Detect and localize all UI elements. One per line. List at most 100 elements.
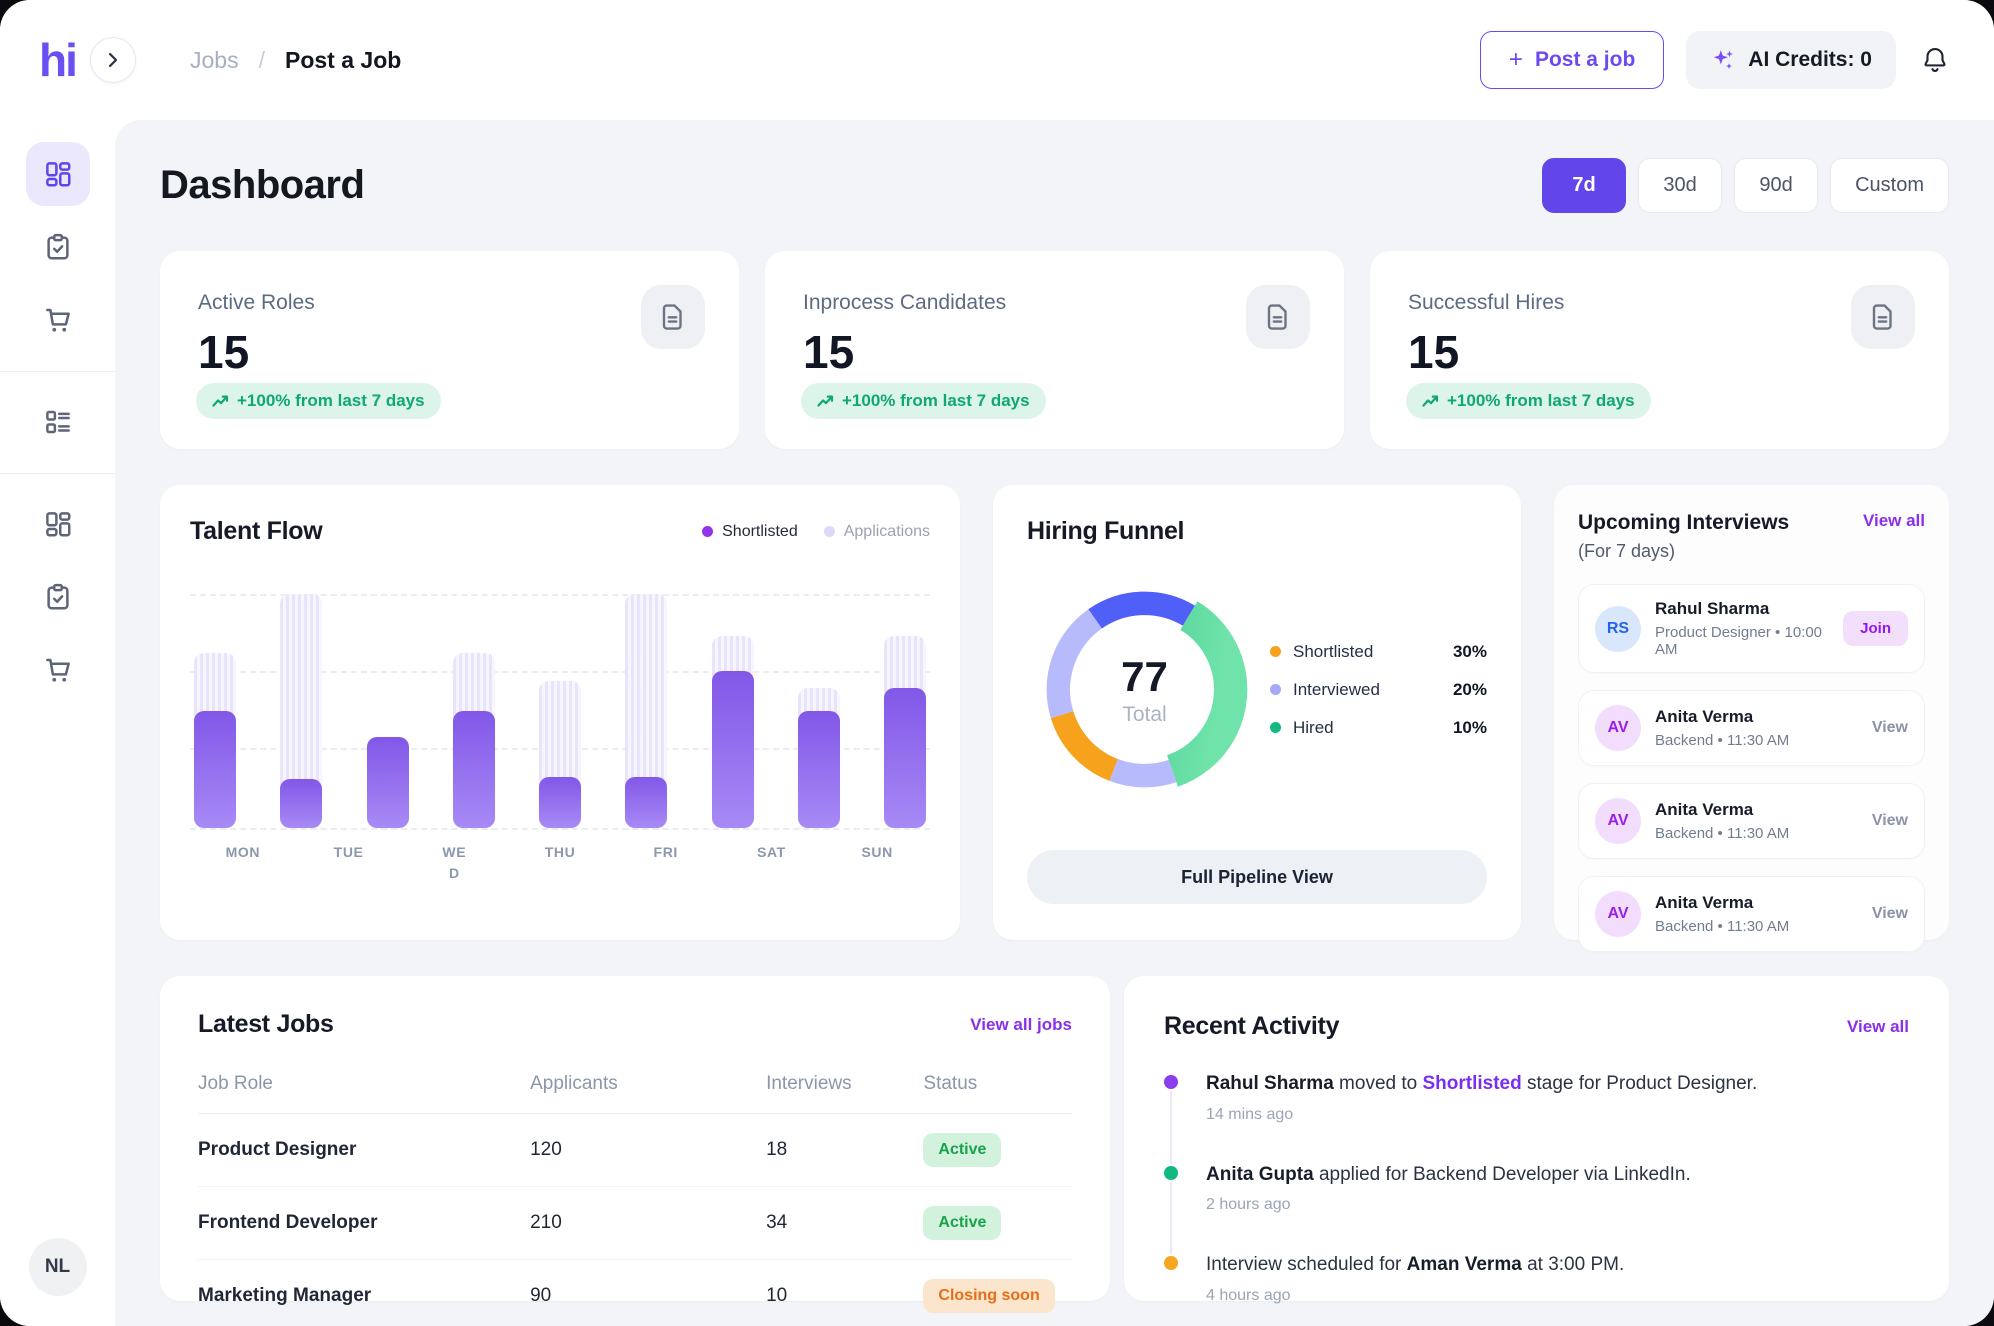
ai-credits-label: AI Credits: 0 [1748,48,1872,72]
bar-group [539,594,581,828]
stat-label: Active Roles [198,291,701,315]
talent-flow-chart [190,594,930,828]
view-button[interactable]: View [1872,719,1908,737]
view-button[interactable]: View [1872,812,1908,830]
interviewee-name: Anita Verma [1655,893,1858,913]
upcoming-view-all-link[interactable]: View all [1863,511,1925,531]
avatar: AV [1595,705,1641,751]
activity-text: Rahul Sharma moved to Shortlisted stage … [1206,1071,1909,1097]
legend-row-shortlisted: Shortlisted 30% [1270,642,1487,662]
stat-card-inprocess-candidates: Inprocess Candidates 15 +100% from last … [765,251,1344,449]
date-range-filters: 7d 30d 90d Custom [1542,158,1949,213]
view-button[interactable]: View [1872,905,1908,923]
funnel-legend: Shortlisted 30% Interviewed 20% Hired 10… [1270,642,1487,738]
bar-group [367,594,409,828]
sidebar-item-tasks[interactable] [26,215,90,279]
post-job-button[interactable]: + Post a job [1480,31,1664,89]
legend-row-hired: Hired 10% [1270,718,1487,738]
sidebar-item-cart-2[interactable] [26,638,90,702]
bar-group [798,594,840,828]
bar-shortlisted [453,711,495,828]
sidebar-item-cart[interactable] [26,288,90,352]
col-header-interviews: Interviews [766,1063,923,1114]
breadcrumb-current: Post a Job [285,47,401,74]
x-axis-label: SUN [861,842,892,884]
bar-group [884,594,926,828]
activity-time: 2 hours ago [1206,1196,1909,1214]
bell-icon [1920,45,1950,75]
col-header-status: Status [923,1063,1072,1114]
join-button[interactable]: Join [1843,611,1908,646]
plus-icon: + [1509,48,1523,72]
bar-group [712,594,754,828]
job-interviews: 34 [766,1187,923,1260]
interview-item[interactable]: AV Anita Verma Backend • 11:30 AM View [1578,690,1925,766]
notifications-button[interactable] [1918,43,1952,77]
job-interviews: 10 [766,1260,923,1326]
document-icon [1851,285,1915,349]
stat-value: 15 [803,325,1306,379]
breadcrumb-section[interactable]: Jobs [190,47,239,74]
stat-label: Inprocess Candidates [803,291,1306,315]
activity-time: 14 mins ago [1206,1106,1909,1124]
recent-activity-title: Recent Activity [1164,1012,1339,1041]
interview-item[interactable]: RS Rahul Sharma Product Designer • 10:00… [1578,584,1925,673]
table-row[interactable]: Product Designer 120 18 Active [198,1114,1072,1187]
document-icon [641,285,705,349]
talent-flow-x-labels: MONTUEWEDTHUFRISATSUN [190,842,930,884]
user-avatar[interactable]: NL [29,1238,87,1296]
upcoming-list: RS Rahul Sharma Product Designer • 10:00… [1578,584,1925,952]
view-all-jobs-link[interactable]: View all jobs [970,1015,1072,1035]
sidebar-collapse-button[interactable] [90,37,136,83]
avatar: RS [1595,606,1641,652]
breadcrumb: Jobs / Post a Job [190,47,401,74]
job-role: Frontend Developer [198,1187,530,1260]
sidebar-divider [0,473,115,474]
trending-up-icon [212,394,230,408]
sidebar-item-grid-2[interactable] [26,492,90,556]
avatar: AV [1595,798,1641,844]
table-row[interactable]: Marketing Manager 90 10 Closing soon [198,1260,1072,1326]
bar-group [194,594,236,828]
legend-dot [1270,684,1281,695]
list-details-icon [43,407,73,437]
interview-item[interactable]: AV Anita Verma Backend • 11:30 AM View [1578,876,1925,952]
stats-row: Active Roles 15 +100% from last 7 days I… [160,251,1949,449]
topbar-actions: + Post a job AI Credits: 0 [1480,31,1994,89]
table-row[interactable]: Frontend Developer 210 34 Active [198,1187,1072,1260]
cart-icon [43,655,73,685]
activity-view-all-link[interactable]: View all [1847,1017,1909,1037]
sidebar-item-dashboard[interactable] [26,142,90,206]
interviewee-name: Anita Verma [1655,800,1858,820]
ai-credits-pill[interactable]: AI Credits: 0 [1686,31,1896,89]
stat-trend-badge: +100% from last 7 days [1406,383,1651,419]
bar-group [280,594,322,828]
clipboard-check-icon [43,232,73,262]
sidebar-item-list[interactable] [26,390,90,454]
legend-shortlisted: Shortlisted [702,523,798,541]
activity-time: 4 hours ago [1206,1287,1909,1305]
job-role: Product Designer [198,1114,530,1187]
stat-card-active-roles: Active Roles 15 +100% from last 7 days [160,251,739,449]
filter-7d[interactable]: 7d [1542,158,1626,213]
activity-dot [1164,1166,1178,1180]
stat-label: Successful Hires [1408,291,1911,315]
main-content: Dashboard 7d 30d 90d Custom Active Roles… [115,120,1994,1326]
legend-dot [824,526,835,537]
filter-30d[interactable]: 30d [1638,158,1722,213]
interview-meta: Product Designer • 10:00 AM [1655,624,1829,658]
latest-jobs-title: Latest Jobs [198,1010,334,1039]
app-frame: hi Jobs / Post a Job + Post a job AI Cre… [0,0,1994,1326]
sidebar-item-tasks-2[interactable] [26,565,90,629]
filter-custom[interactable]: Custom [1830,158,1949,213]
interviewee-name: Rahul Sharma [1655,599,1829,619]
clipboard-check-icon [43,582,73,612]
interview-item[interactable]: AV Anita Verma Backend • 11:30 AM View [1578,783,1925,859]
full-pipeline-button[interactable]: Full Pipeline View [1027,850,1487,904]
sidebar-divider [0,371,115,372]
filter-90d[interactable]: 90d [1734,158,1818,213]
legend-applications: Applications [824,523,930,541]
stat-card-successful-hires: Successful Hires 15 +100% from last 7 da… [1370,251,1949,449]
activity-dot [1164,1075,1178,1089]
funnel-total-value: 77 [1121,653,1168,701]
